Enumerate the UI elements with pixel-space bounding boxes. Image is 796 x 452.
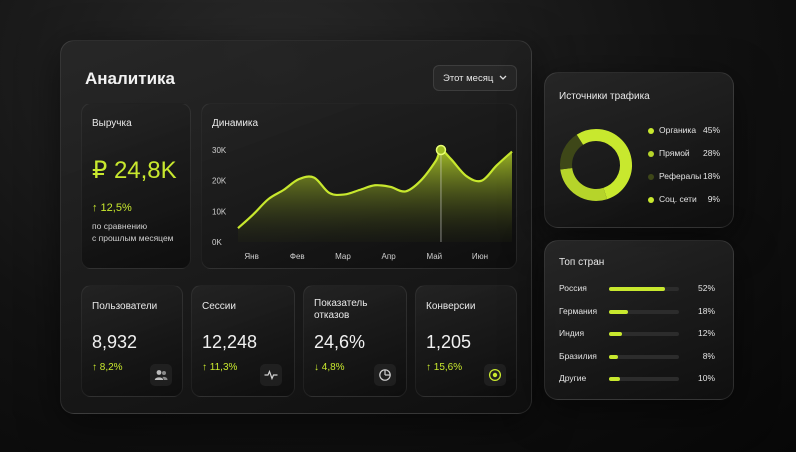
legend-percent: 9% (707, 194, 720, 204)
chart-x-tick-label: Июн (472, 252, 488, 261)
country-name: Бразилия (559, 350, 597, 361)
stat-card-sessions: Сессии 12,248 ↑ 11,3% (191, 285, 295, 397)
country-bar-track (609, 309, 679, 314)
country-row: Другие 10% (559, 373, 715, 385)
stat-delta: ↑ 8,2% (92, 362, 123, 373)
legend-name: Прямой (659, 148, 690, 158)
traffic-sources-panel: Источники трафика Органика 45% Прямой 28% Ре… (544, 72, 734, 228)
revenue-note-line2: с прошлым месяцем (92, 233, 174, 243)
stat-card-users: Пользователи 8,932 ↑ 8,2% (81, 285, 183, 397)
stat-value: 1,205 (426, 332, 472, 352)
revenue-note-line1: по сравнению (92, 221, 148, 231)
country-bar-fill (609, 309, 628, 314)
stat-value: 8,932 (92, 332, 138, 352)
dynamics-card: Динамика 0K 10K 20K 30K Янв Фев Мар Апр Май Июн (201, 103, 517, 269)
stat-delta: ↑ 15,6% (426, 362, 463, 373)
country-bar-fill (609, 332, 622, 336)
country-row: Германия 18% (559, 306, 715, 318)
country-name: Другие (559, 373, 587, 383)
country-bar-fill (609, 287, 665, 291)
country-percent: 12% (697, 328, 715, 338)
donut-slice[interactable] (595, 129, 632, 200)
donut-slice[interactable] (576, 129, 597, 145)
legend-dot (648, 128, 654, 134)
stat-value: 24,6% (314, 332, 366, 352)
country-percent: 10% (697, 373, 715, 383)
chart-x-tick-label: Фев (290, 252, 305, 261)
stat-delta: ↓ 4,8% (314, 362, 345, 373)
stat-card-bounce-rate: Показатель отказов 24,6% ↓ 4,8% (303, 285, 407, 397)
analytics-panel: Аналитика Этот месяц Выручка ₽ 24,8K ↑ 1… (60, 40, 532, 414)
period-select[interactable]: Этот месяц (433, 65, 517, 91)
country-percent: 18% (697, 305, 715, 316)
country-name: Германия (559, 305, 598, 316)
country-percent: 52% (697, 283, 715, 293)
revenue-value: ₽ 24,8K (92, 157, 177, 184)
legend-dot (648, 197, 654, 203)
country-row: Бразилия 8% (559, 351, 715, 363)
users-icon (150, 364, 172, 386)
page-title: Аналитика (85, 69, 175, 88)
legend-dot (648, 151, 654, 157)
country-row: Россия 52% (559, 283, 715, 295)
stat-label: Конверсии (426, 301, 476, 312)
chart-y-tick-label: 0K (212, 238, 222, 247)
legend-percent: 18% (702, 171, 720, 181)
traffic-legend-item: Соц. сети 9% (648, 194, 720, 206)
period-select-value: Этот месяц (443, 72, 494, 84)
stat-card-conversions: Конверсии 1,205 ↑ 15,6% (415, 285, 517, 397)
chart-highlight-point[interactable] (435, 144, 447, 156)
legend-name: Органика (659, 125, 697, 135)
revenue-delta: ↑ 12,5% (92, 202, 132, 214)
chart-area (238, 149, 512, 242)
countries-title: Топ стран (559, 257, 605, 268)
legend-dot (648, 174, 654, 180)
revenue-label: Выручка (92, 118, 132, 129)
chart-x-tick-label: Апр (382, 252, 397, 261)
dynamics-chart: 0K 10K 20K 30K Янв Фев Мар Апр Май Июн (212, 144, 513, 261)
traffic-legend-item: Органика 45% (648, 125, 720, 137)
donut-slice[interactable] (560, 167, 608, 201)
country-name: Индия (559, 328, 585, 338)
traffic-legend-item: Прямой 28% (648, 148, 720, 160)
legend-percent: 45% (702, 125, 720, 135)
stat-value: 12,248 (202, 332, 258, 352)
target-icon (484, 364, 506, 386)
stat-delta: ↑ 11,3% (202, 362, 238, 373)
chart-y-tick-label: 30K (212, 146, 227, 155)
chevron-down-icon (499, 75, 507, 80)
country-bar-track (609, 332, 679, 336)
stat-label: Пользователи (92, 301, 158, 312)
stat-label-line2: отказов (314, 310, 350, 321)
country-bar-track (609, 287, 679, 291)
pulse-icon (260, 364, 282, 386)
country-bar-track (609, 377, 679, 381)
pie-chart-icon (374, 364, 396, 386)
country-bar-track (609, 354, 679, 359)
chart-x-tick-label: Мар (335, 252, 351, 261)
donut-slice[interactable] (560, 134, 584, 170)
chart-x-tick-label: Янв (244, 252, 258, 261)
stat-label: Сессии (202, 301, 236, 312)
top-countries-panel: Топ стран Россия 52% Германия 18% Индия 12% Бр… (544, 240, 734, 400)
legend-percent: 28% (702, 148, 720, 158)
country-row: Индия 12% (559, 328, 715, 340)
country-name: Россия (559, 283, 587, 293)
chart-y-tick-label: 20K (212, 177, 227, 186)
country-bar-fill (609, 377, 620, 381)
legend-name: Соц. сети (659, 194, 697, 204)
chart-y-tick-label: 10K (212, 207, 227, 216)
country-percent: 8% (702, 350, 715, 361)
country-bar-fill (609, 354, 618, 359)
chart-x-tick-label: Май (426, 252, 442, 261)
legend-name: Рефералы (659, 171, 702, 181)
stat-label-line1: Показатель (314, 298, 368, 309)
traffic-legend-item: Рефералы 18% (648, 171, 720, 183)
revenue-card: Выручка ₽ 24,8K ↑ 12,5% по сравнению с п… (81, 103, 191, 269)
